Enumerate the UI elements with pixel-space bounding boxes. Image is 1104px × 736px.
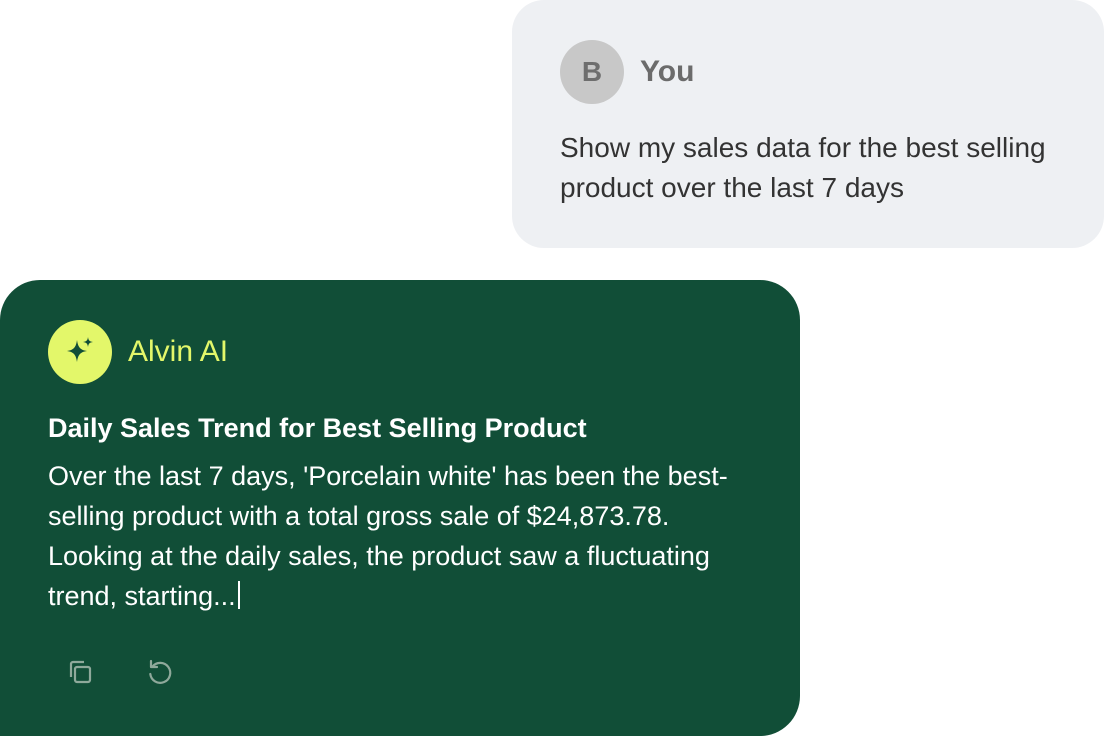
chat-canvas: B You Show my sales data for the best se… (0, 0, 1104, 736)
ai-response-heading: Daily Sales Trend for Best Selling Produ… (48, 413, 587, 443)
typing-cursor (237, 581, 240, 609)
copy-button[interactable] (60, 652, 100, 692)
regenerate-button[interactable] (140, 652, 180, 692)
user-message-bubble: B You Show my sales data for the best se… (512, 0, 1104, 248)
user-avatar: B (560, 40, 624, 104)
copy-icon (69, 660, 92, 684)
regenerate-icon (149, 659, 172, 684)
ai-avatar (48, 320, 112, 384)
user-message-text: Show my sales data for the best selling … (560, 132, 1046, 203)
ai-response-body: Over the last 7 days, 'Porcelain white' … (48, 456, 768, 616)
ai-author-name: Alvin AI (128, 335, 229, 368)
ai-response-text: Over the last 7 days, 'Porcelain white' … (48, 461, 728, 611)
ai-message-bubble: Alvin AI Daily Sales Trend for Best Sell… (0, 280, 800, 736)
user-author-name: You (640, 55, 695, 88)
sparkle-icon (67, 337, 93, 362)
